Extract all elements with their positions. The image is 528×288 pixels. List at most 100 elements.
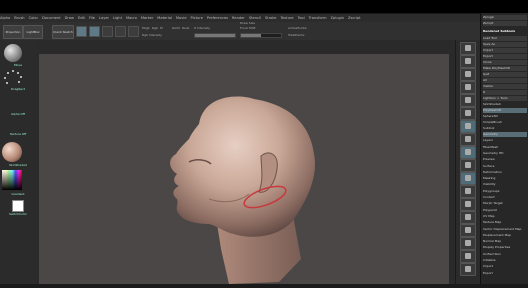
switch-color-label[interactable]: SwitchColor [0,212,36,216]
rotate-view-icon[interactable] [460,224,476,237]
tray-row[interactable]: PolyMesh3D [483,108,527,113]
projection-master-button[interactable]: Projection Master [3,25,23,46]
lightbox-button[interactable]: LightBox [23,25,43,39]
tray-row[interactable]: Displacement Map [483,233,527,238]
local-icon[interactable] [460,146,476,159]
frame-icon[interactable] [460,185,476,198]
tray-top-row[interactable]: Zplugin [483,15,527,20]
tray-row[interactable]: Import [483,264,527,269]
tray-row[interactable]: Save As [483,42,527,47]
scale-view-icon[interactable] [460,211,476,224]
menu-marker[interactable]: Marker [141,16,153,20]
tray-row[interactable]: Clone [483,60,527,65]
z-intensity-slider[interactable] [194,33,236,38]
menu-draw[interactable]: Draw [65,16,74,20]
move-icon[interactable] [102,26,113,37]
tray-row[interactable]: SkinShade4 [483,102,527,107]
edit-icon[interactable] [76,26,87,37]
menu-picture[interactable]: Picture [191,16,203,20]
menu-alpha[interactable]: Alpha [0,16,10,20]
tray-row[interactable]: Vector Displacement Map [483,227,527,232]
quick-sketch-button[interactable]: Quick Sketch [52,25,74,39]
tray-row[interactable]: Masking [483,176,527,181]
brush-thumbnail[interactable] [4,44,22,62]
main-color-swatch[interactable] [12,200,24,212]
zsub-label[interactable]: Zsub [182,26,189,30]
tray-row[interactable]: R [483,90,527,95]
menu-texture[interactable]: Texture [280,16,293,20]
tray-row[interactable]: Make PolyMesh3D [483,66,527,71]
alpha-label[interactable]: Alpha Off [0,112,36,116]
tray-row[interactable]: Deformation [483,170,527,175]
rgb-label[interactable]: Rgb [152,26,158,30]
lsym-icon[interactable] [460,159,476,172]
transp-icon[interactable] [460,250,476,263]
polyf-icon[interactable] [460,237,476,250]
focal-shift-slider[interactable] [240,33,282,38]
menu-stencil[interactable]: Stencil [249,16,261,20]
tray-row[interactable]: SimpleBrush [483,120,527,125]
draw-icon[interactable] [89,26,100,37]
tray-row[interactable]: Subtool [483,126,527,131]
tray-row[interactable]: Visibility [483,182,527,187]
material-thumbnail[interactable] [2,142,22,162]
tray-row[interactable]: Load Tool [483,36,527,41]
tray-row[interactable]: Sphere3D [483,114,527,119]
tray-row[interactable]: Contact [483,195,527,200]
zadd-label[interactable]: Zadd [172,26,180,30]
tray-row[interactable]: Export [483,54,527,59]
ghost-icon[interactable] [460,263,476,276]
color-picker[interactable] [2,170,22,190]
move-view-icon[interactable] [460,198,476,211]
rotate-icon[interactable] [128,26,139,37]
tray-row[interactable]: Display Properties [483,245,527,250]
tray-row[interactable]: Unified Skin [483,252,527,257]
tray-row[interactable]: Geometry [483,132,527,137]
scale-icon[interactable] [115,26,126,37]
menu-movie[interactable]: Movie [176,16,187,20]
tray-row[interactable]: Polygroups [483,189,527,194]
spix-icon[interactable] [460,55,476,68]
tray-row[interactable]: Layers [483,138,527,143]
scroll-icon[interactable] [460,68,476,81]
tray-row[interactable]: Export [483,271,527,276]
xyz-icon[interactable] [460,172,476,185]
tray-row[interactable]: Polypaint [483,208,527,213]
tray-row[interactable]: FiberMesh [483,145,527,150]
zoom-icon[interactable] [460,81,476,94]
persp-icon[interactable] [460,120,476,133]
tray-row[interactable]: All [483,78,527,83]
menu-render[interactable]: Render [232,16,245,20]
menu-brush[interactable]: Brush [14,16,24,20]
menu-file[interactable]: File [89,16,95,20]
stroke-thumbnail[interactable] [4,70,24,86]
tray-row[interactable]: Normal Map [483,239,527,244]
tray-row[interactable]: Visible [483,84,527,89]
m-label[interactable]: M [160,26,163,30]
menu-document[interactable]: Document [42,16,61,20]
tray-row[interactable]: Geometry HD [483,151,527,156]
texture-label[interactable]: Texture Off [0,132,36,136]
bpr-icon[interactable] [460,42,476,55]
tray-row[interactable]: Texture Map [483,220,527,225]
menu-light[interactable]: Light [113,16,122,20]
menu-macro[interactable]: Macro [126,16,137,20]
menu-transform[interactable]: Transform [309,16,327,20]
tray-row[interactable]: Import [483,48,527,53]
head-sculpt[interactable] [39,54,449,284]
menu-zscript[interactable]: Zscript [348,16,360,20]
aahalf-icon[interactable] [460,107,476,120]
menu-zplugin[interactable]: Zplugin [330,16,344,20]
tray-row[interactable]: Initialize [483,258,527,263]
tray-row[interactable]: Surface [483,164,527,169]
menu-layer[interactable]: Layer [99,16,109,20]
actual-icon[interactable] [460,94,476,107]
tray-row[interactable]: Preview [483,157,527,162]
menu-material[interactable]: Material [157,16,172,20]
tray-row[interactable]: UV Map [483,214,527,219]
gradient-label[interactable]: Gradient [0,192,36,196]
document-canvas[interactable] [39,54,449,284]
menu-preferences[interactable]: Preferences [207,16,228,20]
tray-row[interactable]: Lightbox > Tools [483,96,527,101]
menu-edit[interactable]: Edit [78,16,85,20]
